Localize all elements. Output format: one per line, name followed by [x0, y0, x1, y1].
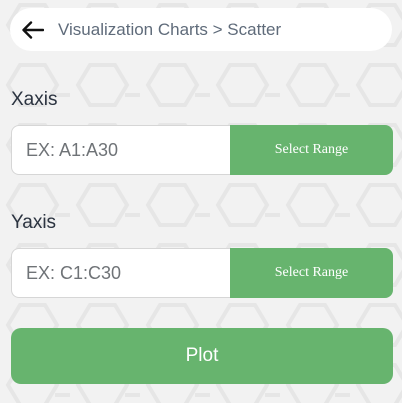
yaxis-range-row: Select Range: [11, 248, 393, 298]
xaxis-range-row: Select Range: [11, 125, 393, 175]
plot-button[interactable]: Plot: [11, 328, 393, 384]
arrow-left-icon: [22, 20, 44, 39]
xaxis-select-range-button[interactable]: Select Range: [230, 125, 393, 175]
xaxis-range-input[interactable]: [11, 125, 230, 175]
xaxis-label: Xaxis: [11, 89, 58, 110]
header-bar: Visualization Charts > Scatter: [10, 8, 392, 51]
breadcrumb: Visualization Charts > Scatter: [58, 19, 282, 39]
yaxis-label: Yaxis: [11, 212, 57, 233]
yaxis-range-input[interactable]: [11, 248, 230, 298]
back-button[interactable]: [10, 8, 56, 51]
yaxis-select-range-button[interactable]: Select Range: [230, 248, 393, 298]
